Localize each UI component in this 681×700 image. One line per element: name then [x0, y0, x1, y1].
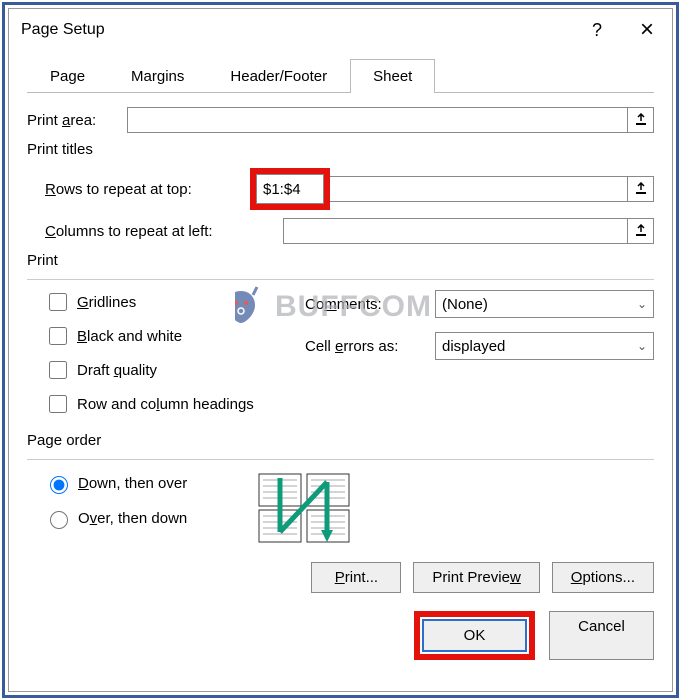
- tab-margins[interactable]: Margins: [108, 59, 207, 93]
- cell-errors-select[interactable]: displayed ⌄: [435, 332, 654, 360]
- down-then-over-radio[interactable]: Down, then over: [45, 473, 255, 494]
- print-preview-button[interactable]: Print Preview: [413, 562, 539, 593]
- cols-repeat-collapse-button[interactable]: [628, 218, 654, 244]
- collapse-icon: [634, 113, 648, 127]
- chevron-down-icon: ⌄: [637, 339, 647, 353]
- page-order-label: Page order: [27, 432, 654, 449]
- gridlines-checkbox[interactable]: Gridlines: [45, 290, 305, 314]
- draft-quality-checkbox[interactable]: Draft quality: [45, 358, 305, 382]
- print-area-input[interactable]: [127, 107, 628, 133]
- rows-repeat-input[interactable]: [256, 174, 324, 204]
- ok-button[interactable]: OK: [422, 619, 527, 652]
- cols-repeat-input[interactable]: [283, 218, 628, 244]
- tab-page[interactable]: Page: [27, 59, 108, 93]
- collapse-icon: [634, 224, 648, 238]
- rows-repeat-collapse-button[interactable]: [628, 176, 654, 202]
- print-titles-label: Print titles: [27, 141, 654, 158]
- tab-header-footer[interactable]: Header/Footer: [207, 59, 350, 93]
- dialog-title: Page Setup: [21, 21, 572, 39]
- tab-sheet[interactable]: Sheet: [350, 59, 435, 93]
- print-section-label: Print: [27, 252, 654, 269]
- options-button[interactable]: Options...: [552, 562, 654, 593]
- print-button[interactable]: Print...: [311, 562, 401, 593]
- rows-repeat-highlight: [250, 168, 330, 210]
- close-button[interactable]: ×: [622, 9, 672, 51]
- cols-repeat-label: Columns to repeat at left:: [45, 223, 283, 240]
- page-setup-dialog: Page Setup ? × Page Margins Header/Foote…: [8, 8, 673, 692]
- titlebar: Page Setup ? ×: [9, 9, 672, 51]
- tab-strip: Page Margins Header/Footer Sheet: [27, 59, 654, 93]
- help-button[interactable]: ?: [572, 9, 622, 51]
- cancel-button[interactable]: Cancel: [549, 611, 654, 660]
- chevron-down-icon: ⌄: [637, 297, 647, 311]
- over-then-down-radio[interactable]: Over, then down: [45, 508, 255, 529]
- comments-label: Comments:: [305, 296, 435, 313]
- print-area-collapse-button[interactable]: [628, 107, 654, 133]
- comments-select[interactable]: (None) ⌄: [435, 290, 654, 318]
- ok-highlight: OK: [414, 611, 535, 660]
- rows-repeat-label: Rows to repeat at top:: [45, 181, 250, 198]
- collapse-icon: [634, 182, 648, 196]
- print-area-label: Print area:: [27, 112, 127, 129]
- row-col-headings-checkbox[interactable]: Row and column headings: [45, 392, 305, 416]
- cell-errors-label: Cell errors as:: [305, 338, 435, 355]
- page-order-diagram: [255, 470, 355, 546]
- black-white-checkbox[interactable]: Black and white: [45, 324, 305, 348]
